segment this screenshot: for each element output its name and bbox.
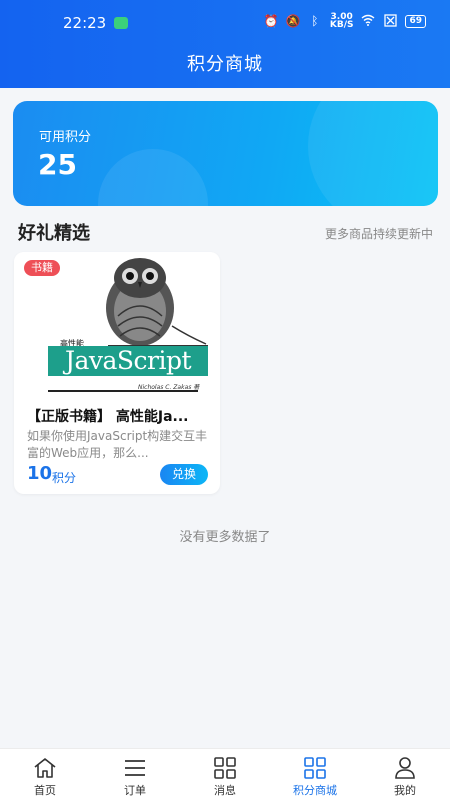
mute-icon: 🔕	[285, 14, 301, 28]
price-unit: 积分	[52, 471, 77, 485]
status-time: 22:23	[63, 14, 107, 32]
status-icons: ⏰ 🔕 ᛒ 3.00 KB/S 69	[263, 13, 426, 30]
no-more-data-text: 没有更多数据了	[179, 530, 271, 545]
home-icon	[34, 758, 56, 778]
bluetooth-icon: ᛒ	[311, 14, 319, 28]
category-tag: 书籍	[24, 260, 60, 276]
alarm-icon: ⏰	[263, 14, 279, 28]
points-card: 可用积分 25	[13, 101, 438, 206]
battery-indicator: 69	[405, 14, 426, 28]
nav-item-points-mall[interactable]: 积分商城	[270, 749, 360, 800]
decoration-circle	[308, 101, 438, 206]
grid-icon	[214, 757, 236, 779]
points-value: 25	[38, 148, 77, 181]
nav-label-orders: 订单	[124, 784, 146, 797]
redeem-button[interactable]: 兑换	[160, 464, 208, 485]
app-header: 22:23 ⏰ 🔕 ᛒ 3.00 KB/S 69 积分商城	[0, 0, 450, 88]
nav-label-home: 首页	[34, 784, 56, 797]
price-value: 10	[27, 463, 53, 484]
nav-item-profile[interactable]: 我的	[360, 749, 450, 800]
nav-item-orders[interactable]: 订单	[90, 749, 180, 800]
nav-label-messages: 消息	[214, 784, 236, 797]
section-title: 好礼精选	[18, 223, 90, 244]
network-speed: 3.00 KB/S	[329, 13, 354, 30]
nav-item-home[interactable]: 首页	[0, 749, 90, 800]
bottom-nav: 首页 订单 消息 积分商城 我的	[0, 748, 450, 800]
nav-label-profile: 我的	[394, 784, 416, 797]
book-bottom-rule	[48, 390, 198, 398]
wifi-icon	[361, 14, 375, 28]
grid-icon	[304, 757, 326, 779]
product-image: 高性能 JavaScript Nicholas C. Zakas 著 书籍	[14, 252, 220, 399]
owl-illustration	[106, 258, 208, 347]
network-speed-unit: KB/S	[329, 20, 354, 30]
nav-label-points-mall: 积分商城	[293, 784, 337, 797]
user-icon	[395, 757, 415, 779]
product-card[interactable]: 高性能 JavaScript Nicholas C. Zakas 著 书籍 【正…	[14, 252, 220, 494]
status-bar: 22:23 ⏰ 🔕 ᛒ 3.00 KB/S 69	[0, 0, 450, 44]
list-icon	[125, 760, 145, 776]
product-description: 如果你使用JavaScript构建交互丰富的Web应用，那么...	[27, 429, 208, 460]
decoration-circle	[98, 149, 208, 206]
section-more-text: 更多商品持续更新中	[324, 227, 433, 241]
points-label: 可用积分	[39, 130, 92, 145]
nav-item-messages[interactable]: 消息	[180, 749, 270, 800]
book-banner: JavaScript	[48, 346, 208, 376]
page-title: 积分商城	[187, 54, 263, 75]
sim-off-icon	[383, 14, 397, 28]
product-title: 【正版书籍】 高性能Ja...	[27, 409, 189, 425]
chat-notification-icon	[114, 17, 128, 29]
